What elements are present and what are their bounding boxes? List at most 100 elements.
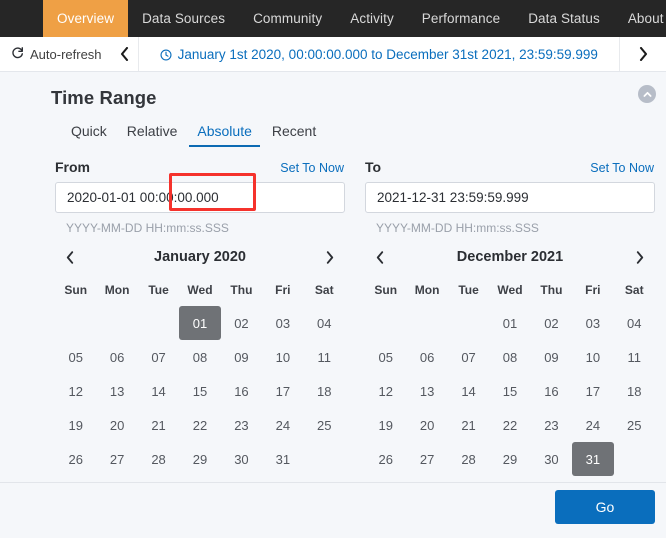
time-range-prev-button[interactable] — [111, 37, 139, 71]
calendar-day[interactable]: 20 — [406, 408, 447, 442]
calendar-day[interactable]: 07 — [138, 340, 179, 374]
calendar-day[interactable]: 21 — [448, 408, 489, 442]
calendar-day[interactable]: 30 — [531, 442, 572, 476]
calendar-day-selected[interactable]: 31 — [572, 442, 614, 476]
calendar-day[interactable]: 08 — [489, 340, 530, 374]
calendar-day-empty — [448, 306, 489, 340]
calendar-day[interactable]: 26 — [55, 442, 96, 476]
calendar-day[interactable]: 22 — [179, 408, 220, 442]
calendar-day[interactable]: 25 — [304, 408, 345, 442]
go-button[interactable]: Go — [555, 489, 655, 524]
calendar-day[interactable]: 29 — [179, 442, 220, 476]
calendar-day[interactable]: 09 — [531, 340, 572, 374]
tab-recent[interactable]: Recent — [262, 118, 326, 147]
chevron-left-icon — [66, 250, 74, 264]
panel-collapse-button[interactable] — [638, 85, 656, 103]
topnav-item-community[interactable]: Community — [239, 0, 336, 37]
calendar-day[interactable]: 14 — [138, 374, 179, 408]
calendar-day[interactable]: 18 — [614, 374, 655, 408]
clock-icon — [160, 49, 172, 61]
calendar-day[interactable]: 11 — [614, 340, 655, 374]
to-column: To Set To Now YYYY-MM-DD HH:mm:ss.SSS — [365, 159, 655, 235]
calendar-day[interactable]: 18 — [304, 374, 345, 408]
calendar-day[interactable]: 08 — [179, 340, 220, 374]
calendar-day[interactable]: 28 — [138, 442, 179, 476]
calendar-day[interactable]: 14 — [448, 374, 489, 408]
calendar-day[interactable]: 05 — [365, 340, 406, 374]
calendar-day[interactable]: 19 — [365, 408, 406, 442]
calendar-day[interactable]: 16 — [221, 374, 262, 408]
calendar-day[interactable]: 01 — [489, 306, 530, 340]
calendar-day[interactable]: 23 — [531, 408, 572, 442]
calendar-day[interactable]: 02 — [221, 306, 262, 340]
topnav-item-performance[interactable]: Performance — [408, 0, 514, 37]
from-set-to-now-link[interactable]: Set To Now — [280, 161, 344, 175]
time-picker-bar: Auto-refresh January 1st 2020, 00:00:00.… — [0, 37, 666, 72]
to-format-hint: YYYY-MM-DD HH:mm:ss.SSS — [376, 221, 539, 235]
calendar-day[interactable]: 30 — [221, 442, 262, 476]
tab-quick[interactable]: Quick — [61, 118, 117, 147]
calendar-day[interactable]: 16 — [531, 374, 572, 408]
calendar-day[interactable]: 27 — [96, 442, 137, 476]
topnav-item-activity[interactable]: Activity — [336, 0, 408, 37]
calendar-day[interactable]: 31 — [262, 442, 303, 476]
calendar-day[interactable]: 25 — [614, 408, 655, 442]
auto-refresh-button[interactable]: Auto-refresh — [0, 37, 111, 71]
calendar-day[interactable]: 15 — [489, 374, 530, 408]
topnav-item-overview[interactable]: Overview — [43, 0, 129, 37]
calendar-day[interactable]: 13 — [406, 374, 447, 408]
topnav-item-about[interactable]: About — [614, 0, 666, 37]
from-format-hint: YYYY-MM-DD HH:mm:ss.SSS — [66, 221, 229, 235]
to-set-to-now-link[interactable]: Set To Now — [590, 161, 654, 175]
calendar-day[interactable]: 06 — [96, 340, 137, 374]
calendar-to-next-month-button[interactable] — [629, 246, 651, 268]
calendar-day[interactable]: 24 — [262, 408, 303, 442]
calendar-day[interactable]: 19 — [55, 408, 96, 442]
calendar-day-empty — [614, 442, 655, 476]
calendar-day[interactable]: 29 — [489, 442, 530, 476]
calendar-day[interactable]: 23 — [221, 408, 262, 442]
calendar-day[interactable]: 11 — [304, 340, 345, 374]
calendar-day[interactable]: 21 — [138, 408, 179, 442]
calendar-day[interactable]: 03 — [262, 306, 303, 340]
weekday-label-sun: Sun — [64, 283, 88, 297]
calendar-day-empty — [96, 306, 137, 340]
calendar-day[interactable]: 17 — [262, 374, 303, 408]
calendar-day[interactable]: 22 — [489, 408, 530, 442]
calendar-day[interactable]: 10 — [262, 340, 303, 374]
calendar-day[interactable]: 03 — [572, 306, 613, 340]
to-datetime-input[interactable] — [365, 182, 655, 213]
from-datetime-input[interactable] — [55, 182, 345, 213]
calendar-day[interactable]: 12 — [55, 374, 96, 408]
calendar-day[interactable]: 12 — [365, 374, 406, 408]
calendar-from-next-month-button[interactable] — [319, 246, 341, 268]
calendar-day[interactable]: 04 — [304, 306, 345, 340]
calendar-day[interactable]: 02 — [531, 306, 572, 340]
calendar-day[interactable]: 07 — [448, 340, 489, 374]
time-range-next-button[interactable] — [620, 37, 666, 71]
time-range-display-button[interactable]: January 1st 2020, 00:00:00.000 to Decemb… — [139, 37, 620, 71]
calendar-day[interactable]: 06 — [406, 340, 447, 374]
tab-relative[interactable]: Relative — [117, 118, 188, 147]
topnav-item-data-status[interactable]: Data Status — [514, 0, 614, 37]
topnav-item-data-sources[interactable]: Data Sources — [128, 0, 239, 37]
calendar-day[interactable]: 26 — [365, 442, 406, 476]
calendar-day[interactable]: 13 — [96, 374, 137, 408]
calendar-day[interactable]: 27 — [406, 442, 447, 476]
calendar-from-weekday-header: Sun Mon Tue Wed Thu Fri Sat — [55, 271, 345, 306]
calendar-day[interactable]: 09 — [221, 340, 262, 374]
tab-absolute[interactable]: Absolute — [187, 118, 261, 147]
calendar-day[interactable]: 10 — [572, 340, 613, 374]
calendar-day[interactable]: 15 — [179, 374, 220, 408]
calendar-day-selected[interactable]: 01 — [179, 306, 221, 340]
calendar-day[interactable]: 04 — [614, 306, 655, 340]
weekday-label-thu: Thu — [230, 283, 253, 297]
calendar-day[interactable]: 24 — [572, 408, 613, 442]
calendar-day[interactable]: 17 — [572, 374, 613, 408]
calendar-day[interactable]: 20 — [96, 408, 137, 442]
calendar-day[interactable]: 28 — [448, 442, 489, 476]
calendar-to-prev-month-button[interactable] — [369, 246, 391, 268]
from-to-row: From Set To Now YYYY-MM-DD HH:mm:ss.SSS … — [11, 159, 655, 235]
calendar-day[interactable]: 05 — [55, 340, 96, 374]
calendar-from-prev-month-button[interactable] — [59, 246, 81, 268]
